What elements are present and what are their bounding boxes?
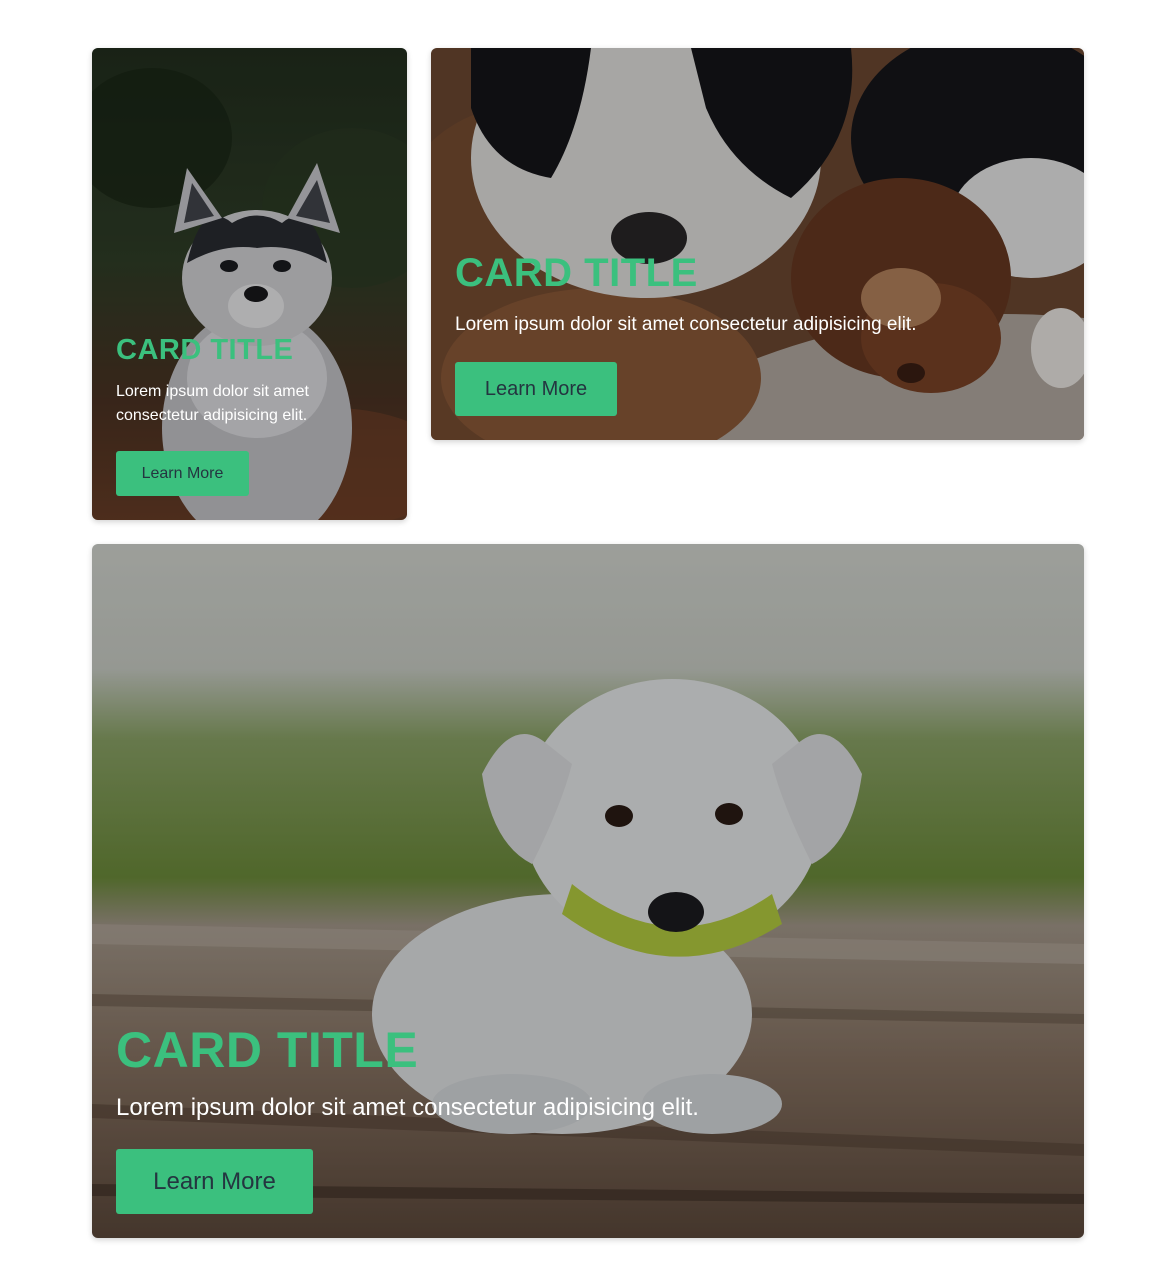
card-small: CARD TITLE Lorem ipsum dolor sit amet co… [92,48,407,520]
card-title: CARD TITLE [116,334,294,366]
card-content: CARD TITLE Lorem ipsum dolor sit amet co… [116,1021,1060,1214]
card-description: Lorem ipsum dolor sit amet consectetur a… [116,383,309,424]
card-description: Lorem ipsum dolor sit amet consectetur a… [116,1094,699,1121]
card-title: CARD TITLE [455,251,698,295]
card-large: CARD TITLE Lorem ipsum dolor sit amet co… [92,544,1084,1238]
card-description: Lorem ipsum dolor sit amet consectetur a… [455,314,917,335]
card-content: CARD TITLE Lorem ipsum dolor sit amet co… [116,333,383,496]
card-content: CARD TITLE Lorem ipsum dolor sit amet co… [455,250,1060,416]
card-title: CARD TITLE [116,1022,419,1078]
learn-more-button[interactable]: Learn More [116,451,249,496]
learn-more-button[interactable]: Learn More [455,362,617,416]
card-medium: CARD TITLE Lorem ipsum dolor sit amet co… [431,48,1084,440]
learn-more-button[interactable]: Learn More [116,1149,313,1214]
